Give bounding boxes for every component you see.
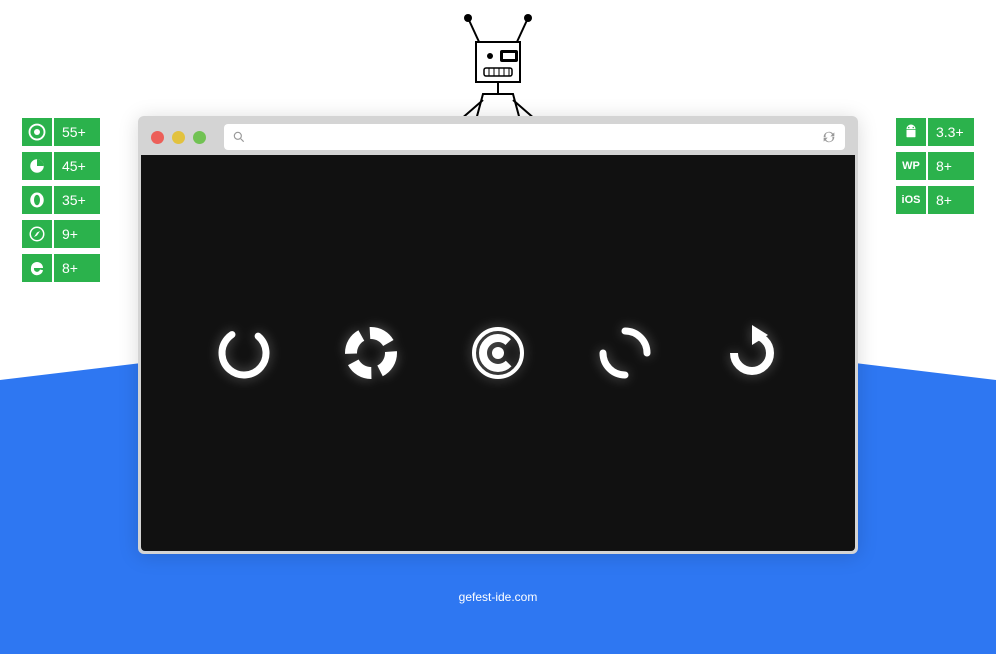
desktop-browser-badges: 55+ 45+ 35+ 9+ 8+ (22, 118, 100, 282)
minimize-icon[interactable] (172, 131, 185, 144)
safari-badge: 9+ (22, 220, 100, 248)
wp-badge: WP 8+ (896, 152, 974, 180)
ios-version: 8+ (928, 186, 974, 214)
opera-icon (22, 186, 52, 214)
opera-badge: 35+ (22, 186, 100, 214)
firefox-badge: 45+ (22, 152, 100, 180)
browser-preview-window (138, 116, 858, 554)
firefox-icon (22, 152, 52, 180)
android-icon (896, 118, 926, 146)
safari-icon (22, 220, 52, 248)
maximize-icon[interactable] (193, 131, 206, 144)
spinner-segmented-icon (341, 323, 401, 383)
close-icon[interactable] (151, 131, 164, 144)
chrome-badge: 55+ (22, 118, 100, 146)
firefox-version: 45+ (54, 152, 100, 180)
ie-icon (22, 254, 52, 282)
browser-viewport (141, 155, 855, 551)
ie-badge: 8+ (22, 254, 100, 282)
browser-titlebar (141, 119, 855, 155)
spinner-orbit-icon (468, 323, 528, 383)
spinner-arrow-refresh-icon (722, 323, 782, 383)
ios-badge: iOS 8+ (896, 186, 974, 214)
safari-version: 9+ (54, 220, 100, 248)
wp-version: 8+ (928, 152, 974, 180)
opera-version: 35+ (54, 186, 100, 214)
chrome-icon (22, 118, 52, 146)
mobile-platform-badges: 3.3+ WP 8+ iOS 8+ (896, 118, 974, 214)
footer-url[interactable]: gefest-ide.com (459, 590, 538, 604)
wp-icon: WP (896, 152, 926, 180)
address-bar[interactable] (224, 124, 845, 150)
android-badge: 3.3+ (896, 118, 974, 146)
android-version: 3.3+ (928, 118, 974, 146)
spinner-dual-arc-icon (595, 323, 655, 383)
ie-version: 8+ (54, 254, 100, 282)
robot-mascot-icon (438, 12, 558, 122)
ios-icon: iOS (896, 186, 926, 214)
spinner-ring-icon (214, 323, 274, 383)
search-icon (232, 130, 246, 144)
reload-icon[interactable] (821, 129, 837, 145)
chrome-version: 55+ (54, 118, 100, 146)
